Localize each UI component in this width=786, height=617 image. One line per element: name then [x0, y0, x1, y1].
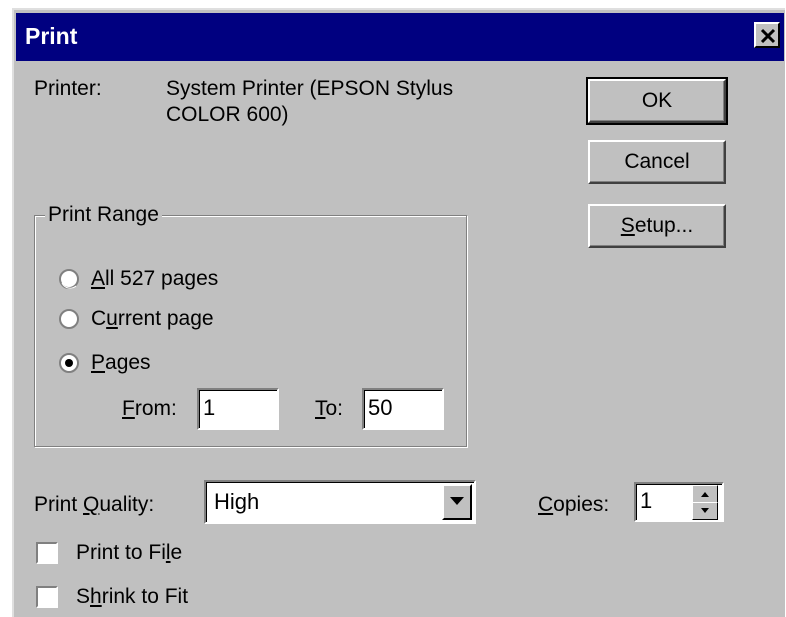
radio-pages[interactable]: [59, 353, 79, 373]
print-quality-select[interactable]: High: [204, 480, 476, 524]
printer-name-line2: COLOR 600): [166, 103, 289, 126]
setup-button[interactable]: Setup...: [588, 204, 726, 248]
radio-all-pages-label[interactable]: All 527 pages: [91, 266, 218, 292]
copies-spin-down[interactable]: [692, 502, 718, 520]
radio-all-pages[interactable]: [59, 269, 79, 289]
copies-spin-up[interactable]: [692, 485, 718, 503]
print-to-file-checkbox[interactable]: [36, 542, 58, 564]
to-input[interactable]: 50: [362, 388, 444, 430]
title-bar[interactable]: Print: [16, 13, 784, 61]
copies-input[interactable]: 1: [634, 482, 724, 522]
window-title: Print: [25, 23, 78, 49]
close-button[interactable]: [754, 22, 780, 48]
radio-current-page[interactable]: [59, 309, 79, 329]
chevron-down-icon: [450, 497, 464, 505]
dropdown-arrow-button[interactable]: [442, 484, 472, 520]
shrink-to-fit-label[interactable]: Shrink to Fit: [76, 584, 188, 610]
printer-name-line1: System Printer (EPSON Stylus: [166, 77, 454, 100]
from-label: From:: [122, 397, 177, 420]
cancel-button[interactable]: Cancel: [588, 140, 726, 184]
from-input[interactable]: 1: [197, 388, 279, 430]
radio-current-page-label[interactable]: Current page: [91, 306, 214, 332]
shrink-to-fit-checkbox[interactable]: [36, 586, 58, 608]
setup-button-label: Setup...: [620, 214, 694, 237]
copies-label: Copies:: [538, 493, 610, 516]
print-quality-value: High: [214, 489, 260, 514]
print-quality-label: Print Quality:: [34, 493, 155, 516]
arrow-down-icon: [701, 508, 709, 513]
ok-button[interactable]: OK: [586, 77, 728, 125]
to-label: To:: [315, 397, 344, 420]
close-icon: [760, 28, 776, 44]
print-range-legend: Print Range: [45, 202, 162, 228]
radio-pages-label[interactable]: Pages: [91, 350, 151, 376]
ok-button-label: OK: [641, 89, 673, 112]
copies-value: 1: [640, 488, 653, 513]
arrow-up-icon: [701, 492, 709, 497]
printer-label: Printer:: [34, 77, 102, 100]
print-dialog: Print Printer: System Printer (EPSON Sty…: [12, 8, 785, 617]
print-range-group: Print Range All 527 pages Current page P…: [34, 202, 467, 447]
print-to-file-label[interactable]: Print to File: [76, 540, 182, 566]
cancel-button-label: Cancel: [624, 150, 690, 173]
